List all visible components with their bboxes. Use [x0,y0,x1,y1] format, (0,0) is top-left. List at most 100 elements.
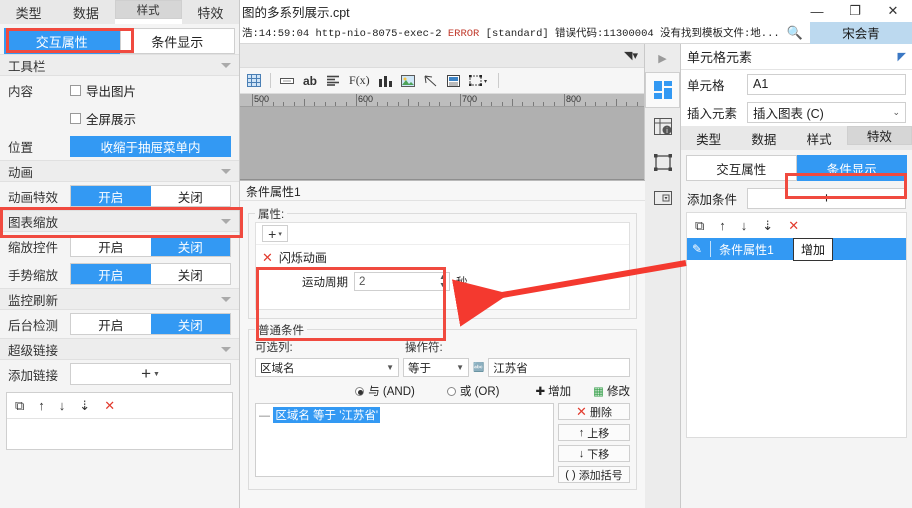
period-stepper[interactable]: 2 ▲ ▼ [354,272,450,291]
cell-info-icon[interactable]: i [645,108,680,144]
section-header-monitor-refresh[interactable]: 监控刷新 [0,288,239,310]
plus-icon: + [268,225,277,242]
row-insert-element: 插入元素 插入图表 (C) ⌄ [681,98,912,126]
arrow-icon[interactable] [424,75,438,87]
textbox-icon[interactable] [280,76,294,86]
ruler-minor-tick [345,102,347,106]
right-tab-effects[interactable]: 特效 [846,126,912,145]
segment-option-off[interactable]: 关闭 [151,186,231,206]
left-tab-type[interactable]: 类型 [0,0,58,24]
move-down-icon[interactable]: ↓ [741,219,748,232]
move-down-icon[interactable]: ↓ [59,399,66,412]
segment-option-off[interactable]: 关闭 [151,264,231,284]
left-subtab-interaction[interactable]: 交互属性 [4,28,120,54]
image-icon[interactable] [400,74,415,87]
left-subtab-condition-display[interactable]: 条件显示 [119,28,235,54]
add-link-button[interactable]: + ▼ [70,363,231,385]
search-icon[interactable]: 🔍 [780,25,810,41]
dashboard-grid-icon[interactable] [645,72,680,108]
add-condition-button[interactable]: ✚ 增加 [535,383,571,399]
close-button[interactable]: ✕ [874,0,912,22]
value-input[interactable]: 江苏省 [488,358,630,377]
maximize-button[interactable]: ❐ [836,0,874,22]
frame-icon[interactable] [468,74,489,87]
checkbox-box-icon [70,84,81,96]
section-header-animation[interactable]: 动画 [0,160,239,182]
checkbox-export-image[interactable]: 导出图片 [70,81,136,100]
cell-input[interactable]: A1 [747,73,906,95]
move-up-icon[interactable]: ↑ [719,219,726,232]
delete-icon[interactable]: ✕ [788,219,799,232]
right-tab-data[interactable]: 数据 [736,126,791,150]
left-tab-effects[interactable]: 特效 [181,0,239,24]
period-unit: 秒 [456,276,468,289]
ruler-minor-tick [636,102,638,106]
align-icon[interactable] [326,75,340,86]
right-subtab-interaction[interactable]: 交互属性 [686,155,797,181]
section-header-chart-zoom[interactable]: 图表缩放 [0,210,239,232]
tree-delete-button[interactable]: ✕ 删除 [558,403,630,420]
radio-or[interactable]: 或 (OR) [446,383,499,399]
segment-option-on[interactable]: 开启 [71,264,151,284]
position-drawer-button[interactable]: 收缩于抽屉菜单内 [70,135,231,157]
copy-icon[interactable]: ⧉ [15,399,24,412]
hyperlink-list-toolbar: ⧉ ↑ ↓ ⇣ ✕ [7,393,232,419]
add-condition-button[interactable]: + [747,187,906,209]
operator-select[interactable]: 等于 ▼ [403,358,469,377]
ruler-major-tick [252,94,253,106]
checkbox-fullscreen[interactable]: 全屏展示 [70,109,136,128]
user-name-chip[interactable]: 宋会青 [810,21,912,44]
stepper-arrows-icon[interactable]: ▲ ▼ [439,274,446,290]
list-item-label: 条件属性1 [719,242,774,257]
expand-right-icon[interactable]: ▶ [645,44,680,72]
right-subtab-condition-display[interactable]: 条件显示 [796,155,907,181]
collapse-panel-icon[interactable]: ◥▾ [624,49,638,62]
collapse-corner-icon[interactable]: ◤ [898,50,906,63]
right-tab-style[interactable]: 样式 [792,126,847,150]
chart-icon[interactable] [378,75,392,87]
ab-text-icon[interactable]: ab [303,74,317,88]
radio-and-label: 与 (AND) [368,386,415,398]
tree-movedown-button[interactable]: ↓ 下移 [558,445,630,462]
condition-list-toolbar: ⧉ ↑ ↓ ⇣ ✕ [686,212,907,238]
left-subtab-bar: 交互属性 条件显示 [4,28,235,54]
remove-x-icon[interactable]: ✕ [262,251,273,264]
report-block-icon[interactable] [446,74,460,87]
delete-icon[interactable]: ✕ [104,399,115,412]
frame-border-icon[interactable] [645,144,680,180]
attribute-legend: 属性: [255,206,288,222]
abc-format-icon[interactable]: 🔤 [473,362,484,373]
section-header-toolbar[interactable]: 工具栏 [0,54,239,76]
sort-down-icon[interactable]: ⇣ [762,219,773,232]
column-select[interactable]: 区域名 ▼ [255,358,399,377]
left-tab-data[interactable]: 数据 [57,0,115,24]
condition-tree[interactable]: — 区域名 等于 '江苏省' [255,403,554,477]
tree-node-condition[interactable]: 区域名 等于 '江苏省' [273,407,381,423]
segment-option-on[interactable]: 开启 [71,236,151,256]
tree-moveup-button[interactable]: ↑ 上移 [558,424,630,441]
ruler-minor-tick [470,102,472,106]
segment-option-on[interactable]: 开启 [71,314,151,334]
minimize-button[interactable]: — [798,0,836,22]
segment-option-off[interactable]: 关闭 [150,236,230,256]
sort-down-icon[interactable]: ⇣ [79,399,90,412]
left-tab-style[interactable]: 样式 [114,0,182,19]
tree-addparen-button[interactable]: ( ) 添加括号 [558,466,630,483]
formula-icon[interactable]: F(x) [349,73,370,88]
right-tab-type[interactable]: 类型 [681,126,736,150]
edit-condition-button[interactable]: ▦ 修改 [593,383,630,399]
segment-option-off[interactable]: 关闭 [150,314,230,334]
move-up-icon[interactable]: ↑ [38,399,45,412]
insert-element-select[interactable]: 插入图表 (C) ⌄ [747,101,906,123]
attribute-fieldset: 属性: + ▾ ✕ 闪烁动画 运动周期 2 ▲ ▼ 秒 [248,206,637,319]
radio-and[interactable]: 与 (AND) [355,383,415,399]
segment-animation-effect: 开启 关闭 [70,185,231,207]
widget-dropdown-icon[interactable] [645,180,680,216]
design-canvas[interactable] [240,107,644,180]
grid-icon[interactable] [247,74,261,87]
copy-icon[interactable]: ⧉ [695,219,704,232]
segment-option-on[interactable]: 开启 [71,186,151,206]
ruler-minor-tick [512,99,513,106]
add-attribute-button[interactable]: + ▾ [262,225,288,242]
section-header-hyperlink[interactable]: 超级链接 [0,338,239,360]
